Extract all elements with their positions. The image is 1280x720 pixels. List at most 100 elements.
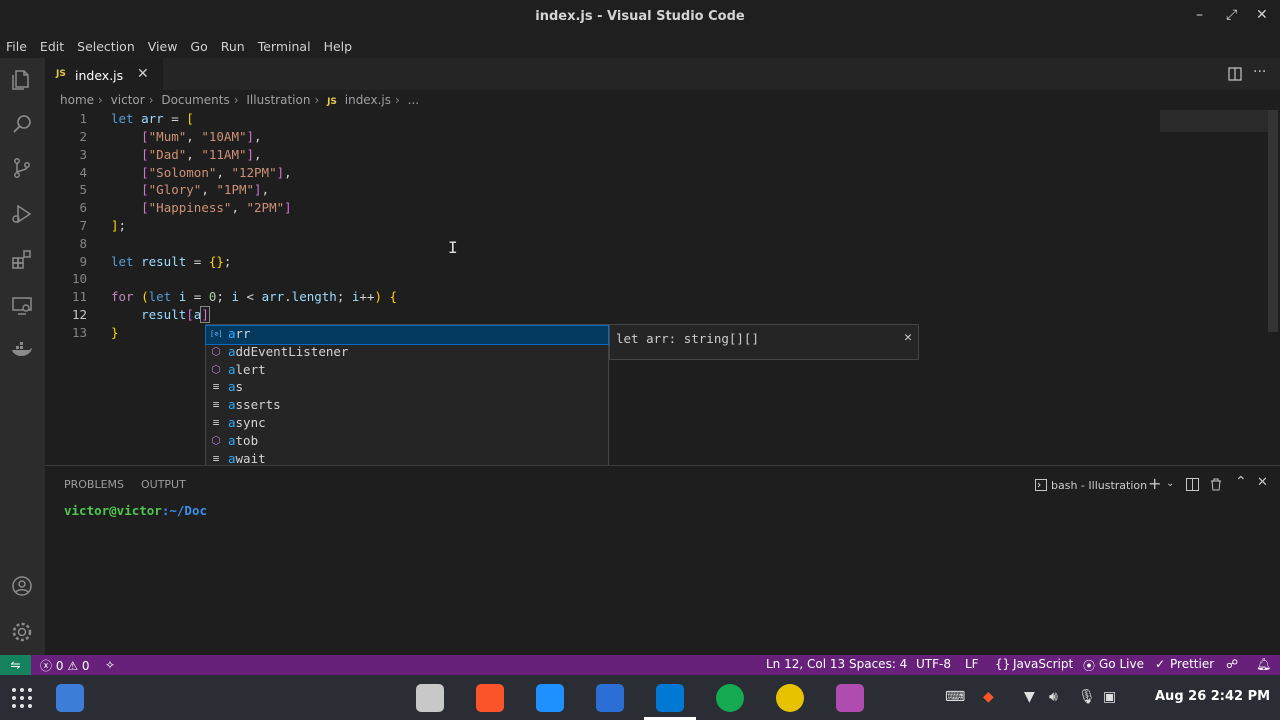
terminal-prompt[interactable]: victor@victor:~/Doc	[64, 503, 207, 518]
broadcast-icon: ⦿	[1083, 659, 1096, 673]
close-window-button[interactable]: ✕	[1256, 7, 1268, 23]
more-actions-icon[interactable]: ···	[1253, 64, 1266, 80]
account-icon[interactable]	[10, 574, 34, 598]
brave-tray-icon[interactable]: ◆	[983, 689, 994, 705]
app-grid-icon[interactable]	[11, 687, 33, 709]
warning-icon: ⚠	[67, 659, 79, 673]
encoding[interactable]: UTF-8	[916, 657, 951, 671]
docker-icon[interactable]	[10, 338, 34, 362]
suggestion-label: arr	[228, 326, 251, 341]
menu-go[interactable]: Go	[190, 39, 207, 54]
chevron-right-icon: ›	[233, 93, 239, 107]
explorer-icon[interactable]	[10, 68, 34, 92]
title-bar: index.js - Visual Studio Code – ⤢ ✕	[0, 0, 1280, 34]
tab-output[interactable]: OUTPUT	[141, 478, 186, 491]
breadcrumb-symbol[interactable]: ...	[408, 93, 419, 107]
brave-browser-icon[interactable]	[476, 684, 504, 712]
eol[interactable]: LF	[965, 657, 979, 671]
sync-icon[interactable]: ⟡	[106, 657, 114, 672]
breadcrumb-file[interactable]: index.js	[345, 93, 391, 107]
settings-gear-icon[interactable]	[10, 620, 34, 644]
line-number: 9	[79, 254, 87, 269]
breadcrumb-illustration[interactable]: Illustration	[246, 93, 310, 107]
line-number: 1	[79, 111, 87, 126]
chat-app-icon[interactable]	[596, 684, 624, 712]
keyword-icon: ≡	[212, 416, 220, 429]
menu-edit[interactable]: Edit	[40, 39, 64, 54]
search-icon[interactable]	[10, 112, 34, 136]
source-control-icon[interactable]	[10, 156, 34, 180]
tab-index-js[interactable]: JS index.js ✕	[45, 58, 163, 90]
chevron-right-icon: ›	[148, 93, 154, 107]
cursor-position[interactable]: Ln 12, Col 13	[766, 657, 845, 671]
keyword-icon: ≡	[212, 451, 220, 465]
prettier-status[interactable]: Prettier	[1170, 657, 1214, 671]
remote-explorer-icon[interactable]	[10, 294, 34, 318]
wifi-icon[interactable]: ▼	[1024, 689, 1035, 705]
activity-bar	[0, 58, 45, 655]
close-tab-icon[interactable]: ✕	[137, 66, 149, 82]
microphone-icon[interactable]: 🎙︎	[1078, 689, 1096, 705]
menu-selection[interactable]: Selection	[77, 39, 135, 54]
code-line: }	[111, 325, 119, 340]
run-debug-icon[interactable]	[10, 202, 34, 226]
split-terminal-icon[interactable]	[1186, 478, 1199, 491]
minimap[interactable]	[1160, 110, 1268, 132]
vscode-app-icon[interactable]	[656, 684, 684, 712]
go-live-button[interactable]: Go Live	[1099, 657, 1144, 671]
notifications-icon[interactable]: 🔔︎	[1256, 657, 1271, 671]
keyword-icon: ≡	[212, 380, 220, 394]
window-switcher-icon[interactable]	[56, 684, 84, 712]
menu-run[interactable]: Run	[221, 39, 245, 54]
menu-file[interactable]: File	[6, 39, 27, 54]
javascript-file-icon: JS	[327, 97, 337, 107]
suggestion-item[interactable]: [⊘] arr	[205, 325, 609, 345]
split-editor-icon[interactable]	[1228, 67, 1242, 81]
close-panel-icon[interactable]: ✕	[1257, 475, 1268, 490]
suggestion-item[interactable]: ≡ async	[206, 415, 608, 433]
trash-icon[interactable]	[1210, 478, 1222, 491]
method-icon: ⬡	[211, 433, 221, 447]
close-details-icon[interactable]: ✕	[904, 330, 912, 345]
terminal-name[interactable]: bash - Illustration	[1051, 479, 1147, 492]
store-app-icon[interactable]	[536, 684, 564, 712]
suggestion-item[interactable]: ⬡ alert	[206, 362, 608, 380]
tab-problems[interactable]: PROBLEMS	[64, 478, 124, 491]
breadcrumb-victor[interactable]: victor	[111, 93, 145, 107]
extensions-icon[interactable]	[10, 248, 34, 272]
problems-status[interactable]: ⓧ 0 ⚠ 0	[40, 657, 90, 674]
menu-terminal[interactable]: Terminal	[258, 39, 311, 54]
suggestion-item[interactable]: ≡ asserts	[206, 397, 608, 415]
suggestion-item[interactable]: ⬡ addEventListener	[206, 344, 608, 362]
chevron-right-icon: ›	[394, 93, 400, 107]
new-terminal-icon[interactable]: +	[1148, 474, 1161, 493]
chevron-down-icon[interactable]: ⌄	[1166, 478, 1174, 489]
minimize-button[interactable]: –	[1196, 7, 1203, 23]
editor-scrollbar[interactable]	[1268, 110, 1278, 332]
mongodb-app-icon[interactable]	[716, 684, 744, 712]
files-app-icon[interactable]	[416, 684, 444, 712]
volume-icon[interactable]: 🔊︎	[1049, 689, 1058, 705]
feedback-icon[interactable]: ☍	[1226, 657, 1238, 671]
music-app-icon[interactable]	[776, 684, 804, 712]
double-check-icon: ✓	[1155, 657, 1166, 671]
keyboard-icon[interactable]: ⌨	[945, 689, 965, 705]
code-line: ];	[111, 218, 127, 233]
method-icon: ⬡	[211, 362, 221, 376]
code-line: ["Glory", "1PM"],	[141, 182, 270, 197]
maximize-panel-icon[interactable]: ⌃	[1235, 474, 1247, 490]
maximize-button[interactable]: ⤢	[1226, 7, 1237, 23]
menu-view[interactable]: View	[148, 39, 178, 54]
indentation[interactable]: Spaces: 4	[849, 657, 907, 671]
remote-indicator[interactable]: ⇋	[0, 655, 31, 675]
breadcrumb-documents[interactable]: Documents	[161, 93, 229, 107]
menu-help[interactable]: Help	[324, 39, 353, 54]
suggestion-item[interactable]: ≡ as	[206, 379, 608, 397]
language-mode[interactable]: JavaScript	[1013, 657, 1073, 671]
clock[interactable]: Aug 26 2:42 PM	[1155, 689, 1270, 704]
tab-label: index.js	[75, 68, 124, 83]
battery-icon[interactable]: ▣	[1103, 689, 1116, 705]
breadcrumb-home[interactable]: home	[60, 93, 94, 107]
suggestion-item[interactable]: ⬡ atob	[206, 433, 608, 451]
video-app-icon[interactable]	[836, 684, 864, 712]
